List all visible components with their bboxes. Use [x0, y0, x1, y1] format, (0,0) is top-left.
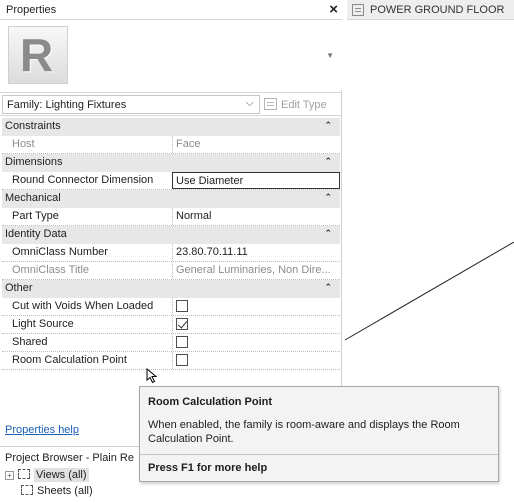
family-type-preview-icon: R — [8, 26, 68, 84]
expand-icon[interactable]: + — [5, 471, 14, 480]
sheets-icon — [21, 485, 33, 495]
properties-palette: Properties × R ▼ Family: Lighting Fixtur… — [0, 0, 342, 446]
category-label: Constraints — [5, 120, 61, 132]
category-header[interactable]: Other ⌃ — [2, 280, 340, 298]
property-checkbox[interactable] — [176, 336, 188, 348]
family-filter-row: Family: Lighting Fixtures ⌵ Edit Type — [0, 92, 342, 116]
mouse-cursor-icon — [146, 368, 158, 384]
property-row: OmniClass Number 23.80.70.11.11 — [2, 244, 340, 262]
property-value[interactable]: 23.80.70.11.11 — [172, 244, 340, 261]
chevron-up-icon[interactable]: ⌃ — [324, 120, 332, 131]
property-row: Round Connector Dimension Use Diameter — [2, 172, 340, 190]
property-value — [172, 316, 340, 333]
tree-item-views[interactable]: + Views (all) — [5, 468, 89, 482]
tooltip-description: When enabled, the family is room-aware a… — [148, 419, 460, 445]
category-label: Mechanical — [5, 192, 61, 204]
chevron-up-icon[interactable]: ⌃ — [324, 282, 332, 293]
property-name: OmniClass Title — [12, 264, 90, 276]
property-checkbox[interactable] — [176, 300, 188, 312]
tree-item-label: Sheets (all) — [37, 485, 93, 497]
property-value[interactable]: Normal — [172, 208, 340, 225]
floor-plan-icon — [352, 4, 364, 16]
category-label: Identity Data — [5, 228, 67, 240]
family-filter-select[interactable]: Family: Lighting Fixtures ⌵ — [2, 95, 260, 114]
property-checkbox[interactable] — [176, 354, 188, 366]
property-value — [172, 352, 340, 369]
edit-type-label: Edit Type — [281, 99, 327, 111]
category-header[interactable]: Dimensions ⌃ — [2, 154, 340, 172]
property-row: Host Face — [2, 136, 340, 154]
tooltip-divider — [140, 454, 498, 455]
property-value — [172, 334, 340, 351]
property-grid: Constraints ⌃ Host Face Dimensions ⌃ Round Con… — [2, 118, 340, 370]
view-tab-title: POWER GROUND FLOOR — [370, 4, 505, 16]
chevron-down-icon: ⌵ — [245, 97, 254, 109]
edit-type-button[interactable]: Edit Type — [264, 98, 327, 111]
category-header[interactable]: Constraints ⌃ — [2, 118, 340, 136]
chevron-up-icon[interactable]: ⌃ — [324, 192, 332, 203]
property-name: Light Source — [12, 318, 74, 330]
category-header[interactable]: Mechanical ⌃ — [2, 190, 340, 208]
property-name: Room Calculation Point — [12, 354, 127, 366]
category-label: Other — [5, 282, 33, 294]
view-tab[interactable]: POWER GROUND FLOOR — [347, 0, 514, 20]
property-row: Shared — [2, 334, 340, 352]
property-row: Part Type Normal — [2, 208, 340, 226]
property-name: OmniClass Number — [12, 246, 108, 258]
property-name: Round Connector Dimension — [12, 174, 154, 186]
tree-item-label: Views (all) — [34, 468, 89, 482]
property-value — [172, 298, 340, 315]
family-filter-label: Family: Lighting Fixtures — [7, 99, 127, 111]
category-label: Dimensions — [5, 156, 63, 168]
property-row: Light Source — [2, 316, 340, 334]
tree-item-sheets[interactable]: Sheets (all) — [17, 485, 93, 497]
property-row: Room Calculation Point — [2, 352, 340, 370]
properties-title-bar: Properties × — [0, 0, 342, 20]
property-value[interactable]: Use Diameter — [172, 172, 340, 189]
chevron-up-icon[interactable]: ⌃ — [324, 228, 332, 239]
property-row: Cut with Voids When Loaded — [2, 298, 340, 316]
views-icon — [18, 469, 30, 479]
property-row: OmniClass Title General Luminaries, Non D… — [2, 262, 340, 280]
chevron-up-icon[interactable]: ⌃ — [324, 156, 332, 167]
property-checkbox[interactable] — [176, 318, 188, 330]
properties-help-link[interactable]: Properties help — [5, 424, 79, 436]
category-header[interactable]: Identity Data ⌃ — [2, 226, 340, 244]
properties-title: Properties — [6, 4, 57, 16]
tooltip: Room Calculation Point When enabled, the… — [139, 386, 499, 482]
close-icon[interactable]: × — [329, 1, 338, 18]
model-line — [344, 241, 514, 341]
type-selector[interactable]: R ▼ — [0, 20, 342, 90]
property-name: Shared — [12, 336, 48, 348]
property-name: Host — [12, 138, 35, 150]
type-dropdown-icon[interactable]: ▼ — [326, 51, 334, 60]
edit-type-icon — [264, 98, 277, 110]
tooltip-title: Room Calculation Point — [148, 396, 273, 408]
property-value: General Luminaries, Non Dire... — [172, 262, 340, 279]
tooltip-help: Press F1 for more help — [148, 462, 268, 474]
property-name: Part Type — [12, 210, 59, 222]
property-value: Face — [172, 136, 340, 153]
property-name: Cut with Voids When Loaded — [12, 300, 154, 312]
project-browser-title: Project Browser - Plain Re — [5, 452, 134, 464]
